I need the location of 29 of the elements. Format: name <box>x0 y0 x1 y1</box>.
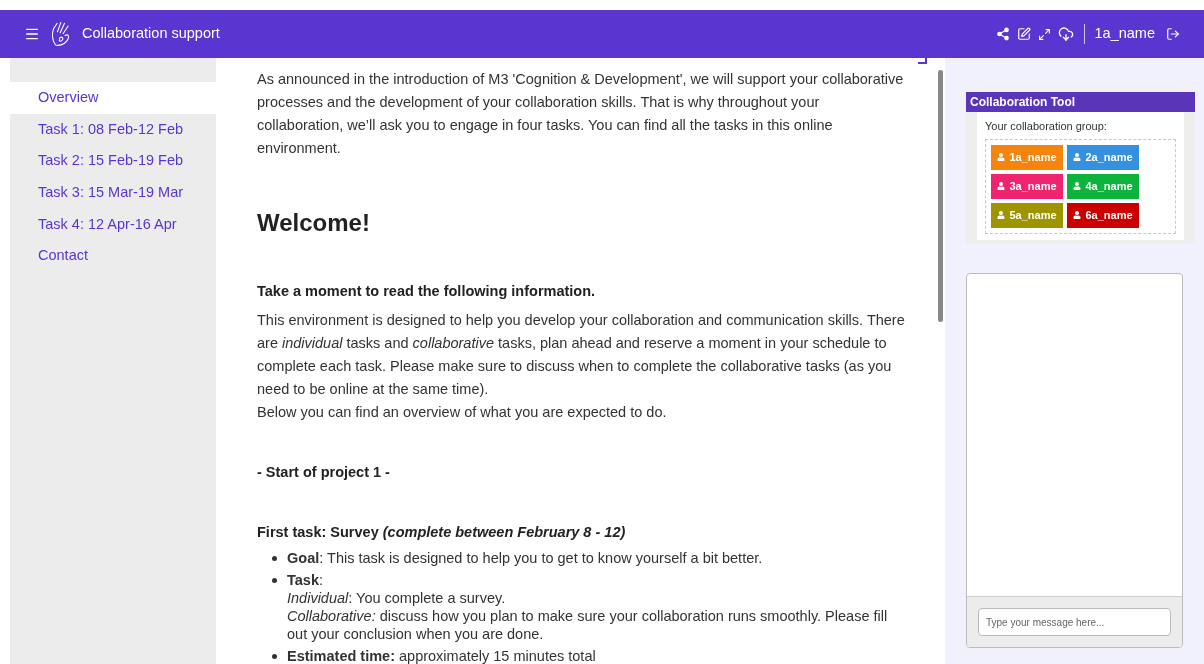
nav-link[interactable]: Task 2: 15 Feb-19 Feb <box>10 145 216 178</box>
subheading: Take a moment to read the following information. <box>257 282 597 301</box>
app-title: Collaboration support <box>82 24 220 44</box>
bullet-text: Goal: This task is designed to help you to get to know yourself a bit better. <box>287 549 763 567</box>
member-name: 1a_name <box>1009 149 1057 165</box>
info-paragraph: Below you can find an overview of what you are expected to do. <box>257 403 668 422</box>
member-name: 3a_name <box>1009 178 1057 194</box>
task-title: First task: Survey (complete between February 8 - 12) <box>257 523 627 542</box>
member-name: 4a_name <box>1085 178 1133 194</box>
nav-link[interactable]: Contact <box>10 240 216 273</box>
bullet-text: Individual: You complete a survey. <box>287 589 507 607</box>
message-field[interactable]: Type your message here... <box>978 608 1171 636</box>
member-name: 5a_name <box>1009 207 1057 223</box>
member-name: 6a_name <box>1085 207 1133 223</box>
member-name: 2a_name <box>1085 149 1133 165</box>
nav-link[interactable]: Task 1: 08 Feb-12 Feb <box>10 113 216 146</box>
info-paragraph: This environment is designed to help you develop your collaboration and communication skills. There are individual tasks and collaborative tasks, plan ahead and reserve a moment in your schedule to complete each task. Please make sure to discuss when to complete the collaborative tasks (as you need to be online at the same time). <box>257 311 906 399</box>
intro-paragraph: As announced in the introduction of M3 'Cognition & Development', we will support your collaborative processes and the development of your collaboration skills. That is why throughout your collaboration, we’ll ask you to engage in four tasks. You can find all the tasks in this online environment. <box>257 70 905 158</box>
welcome-heading: Welcome! <box>257 208 371 238</box>
group-label: Your collaboration group: <box>985 119 1108 134</box>
bullet-text: Task: <box>287 571 324 589</box>
section-label: - Start of project 1 - <box>257 463 391 482</box>
collaboration-tool-title: Collaboration Tool <box>966 92 1195 112</box>
bullet-text: Estimated time: approximately 15 minutes total <box>287 647 596 664</box>
nav-link[interactable]: Overview <box>10 82 216 114</box>
bullet-text: Collaborative: discuss how you plan to make sure your collaboration runs smoothly. Please fill out your conclusion when you are done. <box>287 607 889 643</box>
user-name[interactable]: 1a_name <box>1094 23 1155 45</box>
nav-link[interactable]: Task 4: 12 Apr-16 Apr <box>10 208 216 241</box>
nav-link[interactable]: Task 3: 15 Mar-19 Mar <box>10 177 216 209</box>
